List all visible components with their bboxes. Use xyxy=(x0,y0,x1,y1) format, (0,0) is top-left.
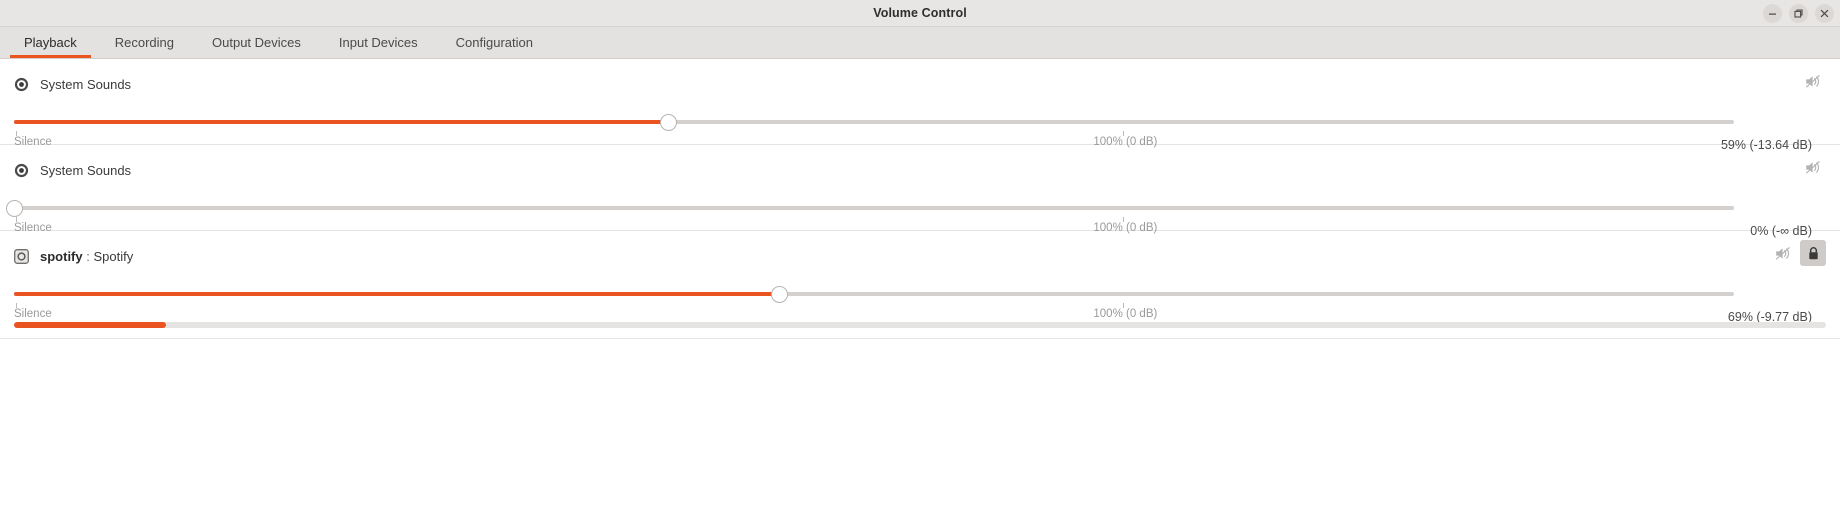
speaker-muted-icon xyxy=(1775,246,1790,259)
close-icon xyxy=(1820,9,1829,17)
spotify-app-icon xyxy=(14,248,29,264)
stream-app-name: spotify xyxy=(40,248,83,264)
tab-playback[interactable]: Playback xyxy=(5,27,96,58)
stream-row: spotify : Spotify Silence 100% (0 dB) 69% (… xyxy=(0,231,1840,339)
slider-handle[interactable] xyxy=(660,114,678,131)
stream-name: System Sounds xyxy=(40,77,131,92)
volume-slider[interactable]: Silence 100% (0 dB) xyxy=(14,111,1734,148)
window-title: Volume Control xyxy=(873,6,967,20)
minimize-icon xyxy=(1769,13,1776,15)
peak-meter-track xyxy=(14,322,1826,328)
system-sounds-icon xyxy=(14,163,29,177)
system-sounds-icon xyxy=(14,77,29,91)
volume-slider[interactable]: Silence 100% (0 dB) xyxy=(14,283,1734,320)
tab-label: Configuration xyxy=(455,35,533,50)
window-controls xyxy=(1763,0,1834,26)
peak-meter-fill xyxy=(14,322,167,328)
volume-slider-area: Silence 100% (0 dB) 59% (-13.64 dB) xyxy=(14,100,1826,152)
titlebar: Volume Control xyxy=(0,0,1840,27)
stream-title: System Sounds xyxy=(40,76,132,92)
maximize-icon xyxy=(1794,8,1803,18)
volume-slider-area: Silence 100% (0 dB) 0% (-∞ dB) xyxy=(5,186,1826,238)
tab-label: Input Devices xyxy=(338,35,418,50)
stream-header: spotify : Spotify xyxy=(14,231,1826,272)
tab-recording[interactable]: Recording xyxy=(96,27,193,58)
stream-actions xyxy=(1770,240,1826,266)
volume-slider[interactable]: Silence 100% (0 dB) xyxy=(5,197,1734,234)
tab-input-devices[interactable]: Input Devices xyxy=(320,27,437,58)
stream-title: Spotify xyxy=(93,248,134,264)
mute-toggle-button[interactable] xyxy=(1800,154,1826,180)
minimize-button[interactable] xyxy=(1763,3,1782,23)
speaker-muted-icon xyxy=(1805,74,1820,87)
stream-name: spotify : Spotify xyxy=(40,249,133,264)
tab-configuration[interactable]: Configuration xyxy=(437,27,552,58)
stream-title: System Sounds xyxy=(40,162,132,178)
slider-handle[interactable] xyxy=(770,286,788,303)
stream-row: System Sounds Silence 100% (0 dB) 59% (-13.… xyxy=(0,59,1840,152)
close-button[interactable] xyxy=(1815,3,1834,23)
peak-level-meter xyxy=(14,316,1826,338)
tab-output-devices[interactable]: Output Devices xyxy=(193,27,320,58)
playback-stream-list: System Sounds Silence 100% (0 dB) 59% (-13.… xyxy=(0,59,1840,339)
stream-actions xyxy=(1800,68,1826,94)
stream-name: System Sounds xyxy=(40,163,131,178)
spotify-app-icon xyxy=(14,248,29,264)
lock-channels-button[interactable] xyxy=(1800,240,1826,266)
volume-slider-area: Silence 100% (0 dB) 69% (-9.77 dB) xyxy=(14,272,1826,324)
tab-bar: Playback Recording Output Devices Input Dev… xyxy=(0,27,1840,59)
system-sounds-icon xyxy=(14,163,29,178)
stream-actions xyxy=(1800,154,1826,180)
system-sounds-icon xyxy=(14,77,29,92)
slider-fill xyxy=(14,120,669,124)
maximize-button[interactable] xyxy=(1789,3,1808,23)
mute-toggle-button[interactable] xyxy=(1800,68,1826,94)
stream-header: System Sounds xyxy=(14,59,1826,100)
lock-icon xyxy=(1808,246,1818,259)
tab-label: Output Devices xyxy=(212,35,301,50)
speaker-muted-icon xyxy=(1805,160,1820,173)
tab-label: Recording xyxy=(114,35,175,50)
mute-toggle-button[interactable] xyxy=(1770,240,1796,266)
tab-label: Playback xyxy=(24,35,77,50)
slider-fill xyxy=(14,292,780,296)
stream-name-separator: : xyxy=(82,248,94,264)
slider-handle[interactable] xyxy=(5,200,23,217)
slider-track[interactable] xyxy=(14,206,1734,210)
stream-row: System Sounds Silence 100% (0 dB) 0% (-∞ dB… xyxy=(0,145,1840,238)
stream-header: System Sounds xyxy=(14,145,1826,186)
